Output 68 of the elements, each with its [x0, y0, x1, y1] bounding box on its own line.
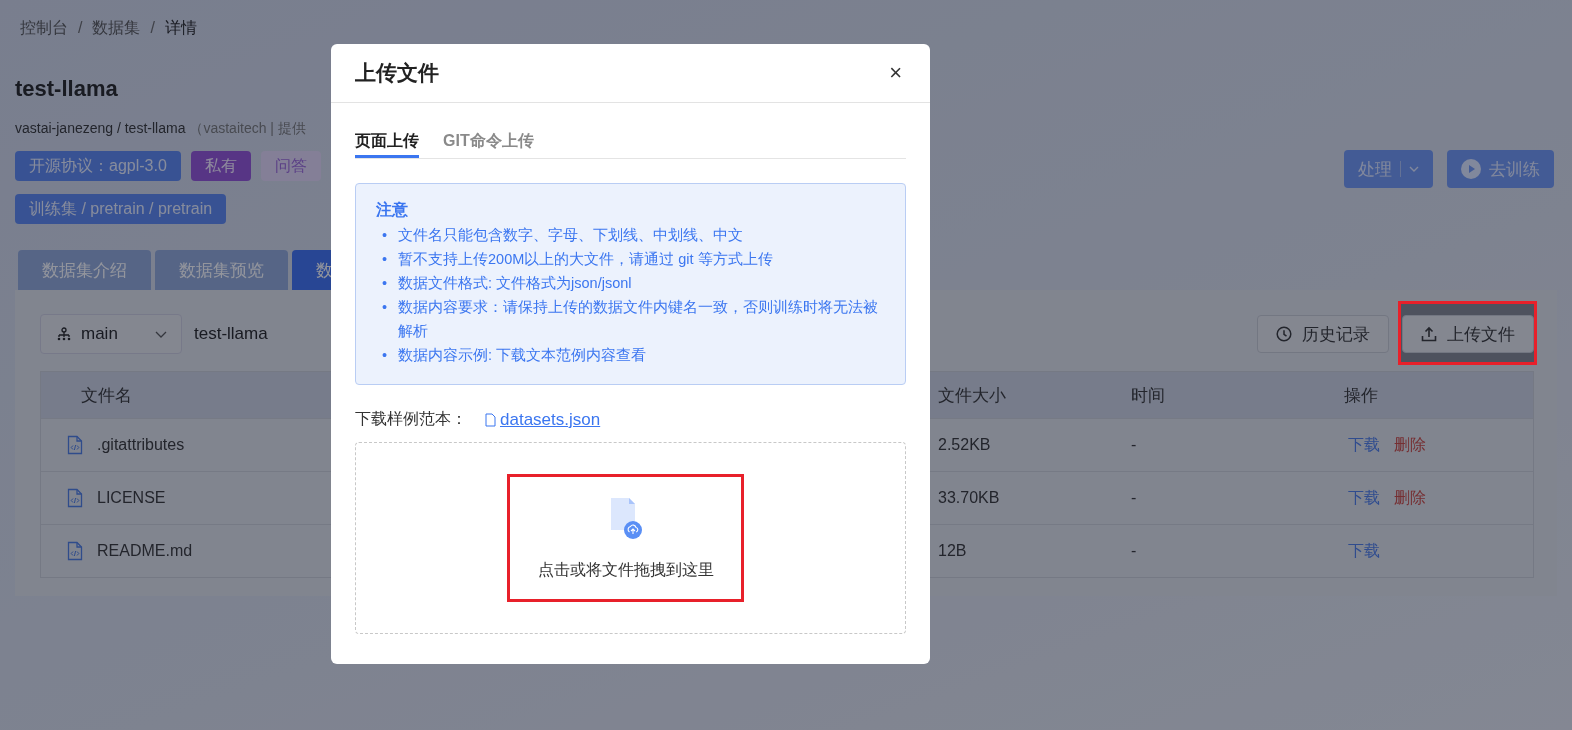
- process-dropdown[interactable]: 处理: [1344, 150, 1433, 188]
- tab[interactable]: 数据集预览: [155, 250, 288, 290]
- tab[interactable]: 数据集介绍: [18, 250, 151, 290]
- dataset-title: test-llama: [15, 76, 119, 102]
- history-button[interactable]: 历史记录: [1257, 315, 1389, 353]
- code-file-icon: [67, 435, 83, 455]
- task-tag: 问答: [260, 151, 321, 181]
- notice-item: 文件名只能包含数字、字母、下划线、中划线、中文: [398, 226, 743, 245]
- code-file-icon: [67, 488, 83, 508]
- drop-hint: 点击或将文件拖拽到这里: [537, 559, 714, 580]
- dialog-title: 上传文件: [355, 60, 439, 86]
- close-button[interactable]: ×: [885, 60, 906, 86]
- notice-item: 数据文件格式: 文件格式为json/jsonl: [398, 274, 632, 293]
- provider-text: （vastaitech | 提供: [189, 120, 306, 138]
- column-header: 操作: [1343, 384, 1379, 407]
- column-header: 时间: [1130, 384, 1166, 407]
- license-tag: 开源协议：agpl-3.0: [15, 151, 181, 181]
- branch-icon: [57, 327, 71, 341]
- sample-link[interactable]: datasets.json: [485, 409, 601, 430]
- file-icon: [485, 412, 496, 427]
- breadcrumb-separator: /: [150, 19, 155, 37]
- file-time: -: [1130, 436, 1138, 454]
- notice-item: 数据内容要求：请保持上传的数据文件内键名一致，否则训练时将无法被解析: [398, 298, 879, 341]
- category-tag: 训练集 / pretrain / pretrain: [15, 194, 227, 224]
- tab[interactable]: GIT命令上传: [443, 127, 534, 158]
- sample-label: 下载样例范本：: [355, 409, 467, 429]
- file-name[interactable]: .gitattributes: [97, 436, 185, 454]
- notice-title: 注意: [376, 200, 409, 220]
- branch-select[interactable]: main: [40, 314, 182, 354]
- bullet: •: [382, 226, 389, 245]
- bullet: •: [382, 274, 389, 293]
- bullet: •: [382, 298, 389, 317]
- breadcrumb-item[interactable]: 数据集: [92, 17, 141, 39]
- bullet: •: [382, 346, 389, 365]
- file-time: -: [1130, 542, 1138, 560]
- chevron-down-icon: [155, 330, 167, 338]
- dataset-path: vastai-janezeng / test-llama: [15, 120, 186, 138]
- file-time: -: [1130, 489, 1138, 507]
- file-size: 12B: [937, 542, 968, 560]
- column-header: 文件大小: [937, 384, 1007, 407]
- file-size: 2.52KB: [937, 436, 992, 454]
- caret-icon: [1409, 166, 1419, 172]
- column-header: 文件名: [80, 384, 133, 407]
- notice-item: 暂不支持上传200M以上的大文件，请通过 git 等方式上传: [398, 250, 773, 269]
- code-file-icon: [67, 541, 83, 561]
- notice-item: 数据内容示例: 下载文本范例内容查看: [398, 346, 647, 365]
- tab[interactable]: 页面上传: [355, 127, 419, 158]
- bullet: •: [382, 250, 389, 269]
- upload-icon: [1421, 326, 1437, 342]
- download-link[interactable]: 下载: [1348, 540, 1380, 562]
- breadcrumb-separator: /: [78, 19, 83, 37]
- delete-link[interactable]: 删除: [1394, 434, 1426, 456]
- delete-link[interactable]: 删除: [1394, 487, 1426, 509]
- upload-button[interactable]: 上传文件: [1402, 315, 1534, 353]
- train-button[interactable]: 去训练: [1447, 150, 1554, 188]
- file-size: 33.70KB: [937, 489, 1001, 507]
- download-link[interactable]: 下载: [1348, 487, 1380, 509]
- file-upload-icon: [608, 495, 643, 540]
- clock-icon: [1276, 326, 1292, 342]
- repo-name: test-llama: [194, 324, 268, 344]
- visibility-tag: 私有: [190, 151, 251, 181]
- file-name[interactable]: README.md: [97, 542, 193, 560]
- drop-zone[interactable]: 点击或将文件拖拽到这里: [355, 442, 906, 634]
- breadcrumb-item: 详情: [164, 17, 197, 38]
- file-name[interactable]: LICENSE: [97, 489, 166, 507]
- download-link[interactable]: 下载: [1348, 434, 1380, 456]
- play-icon: [1461, 159, 1481, 179]
- breadcrumb-item[interactable]: 控制台: [20, 17, 68, 39]
